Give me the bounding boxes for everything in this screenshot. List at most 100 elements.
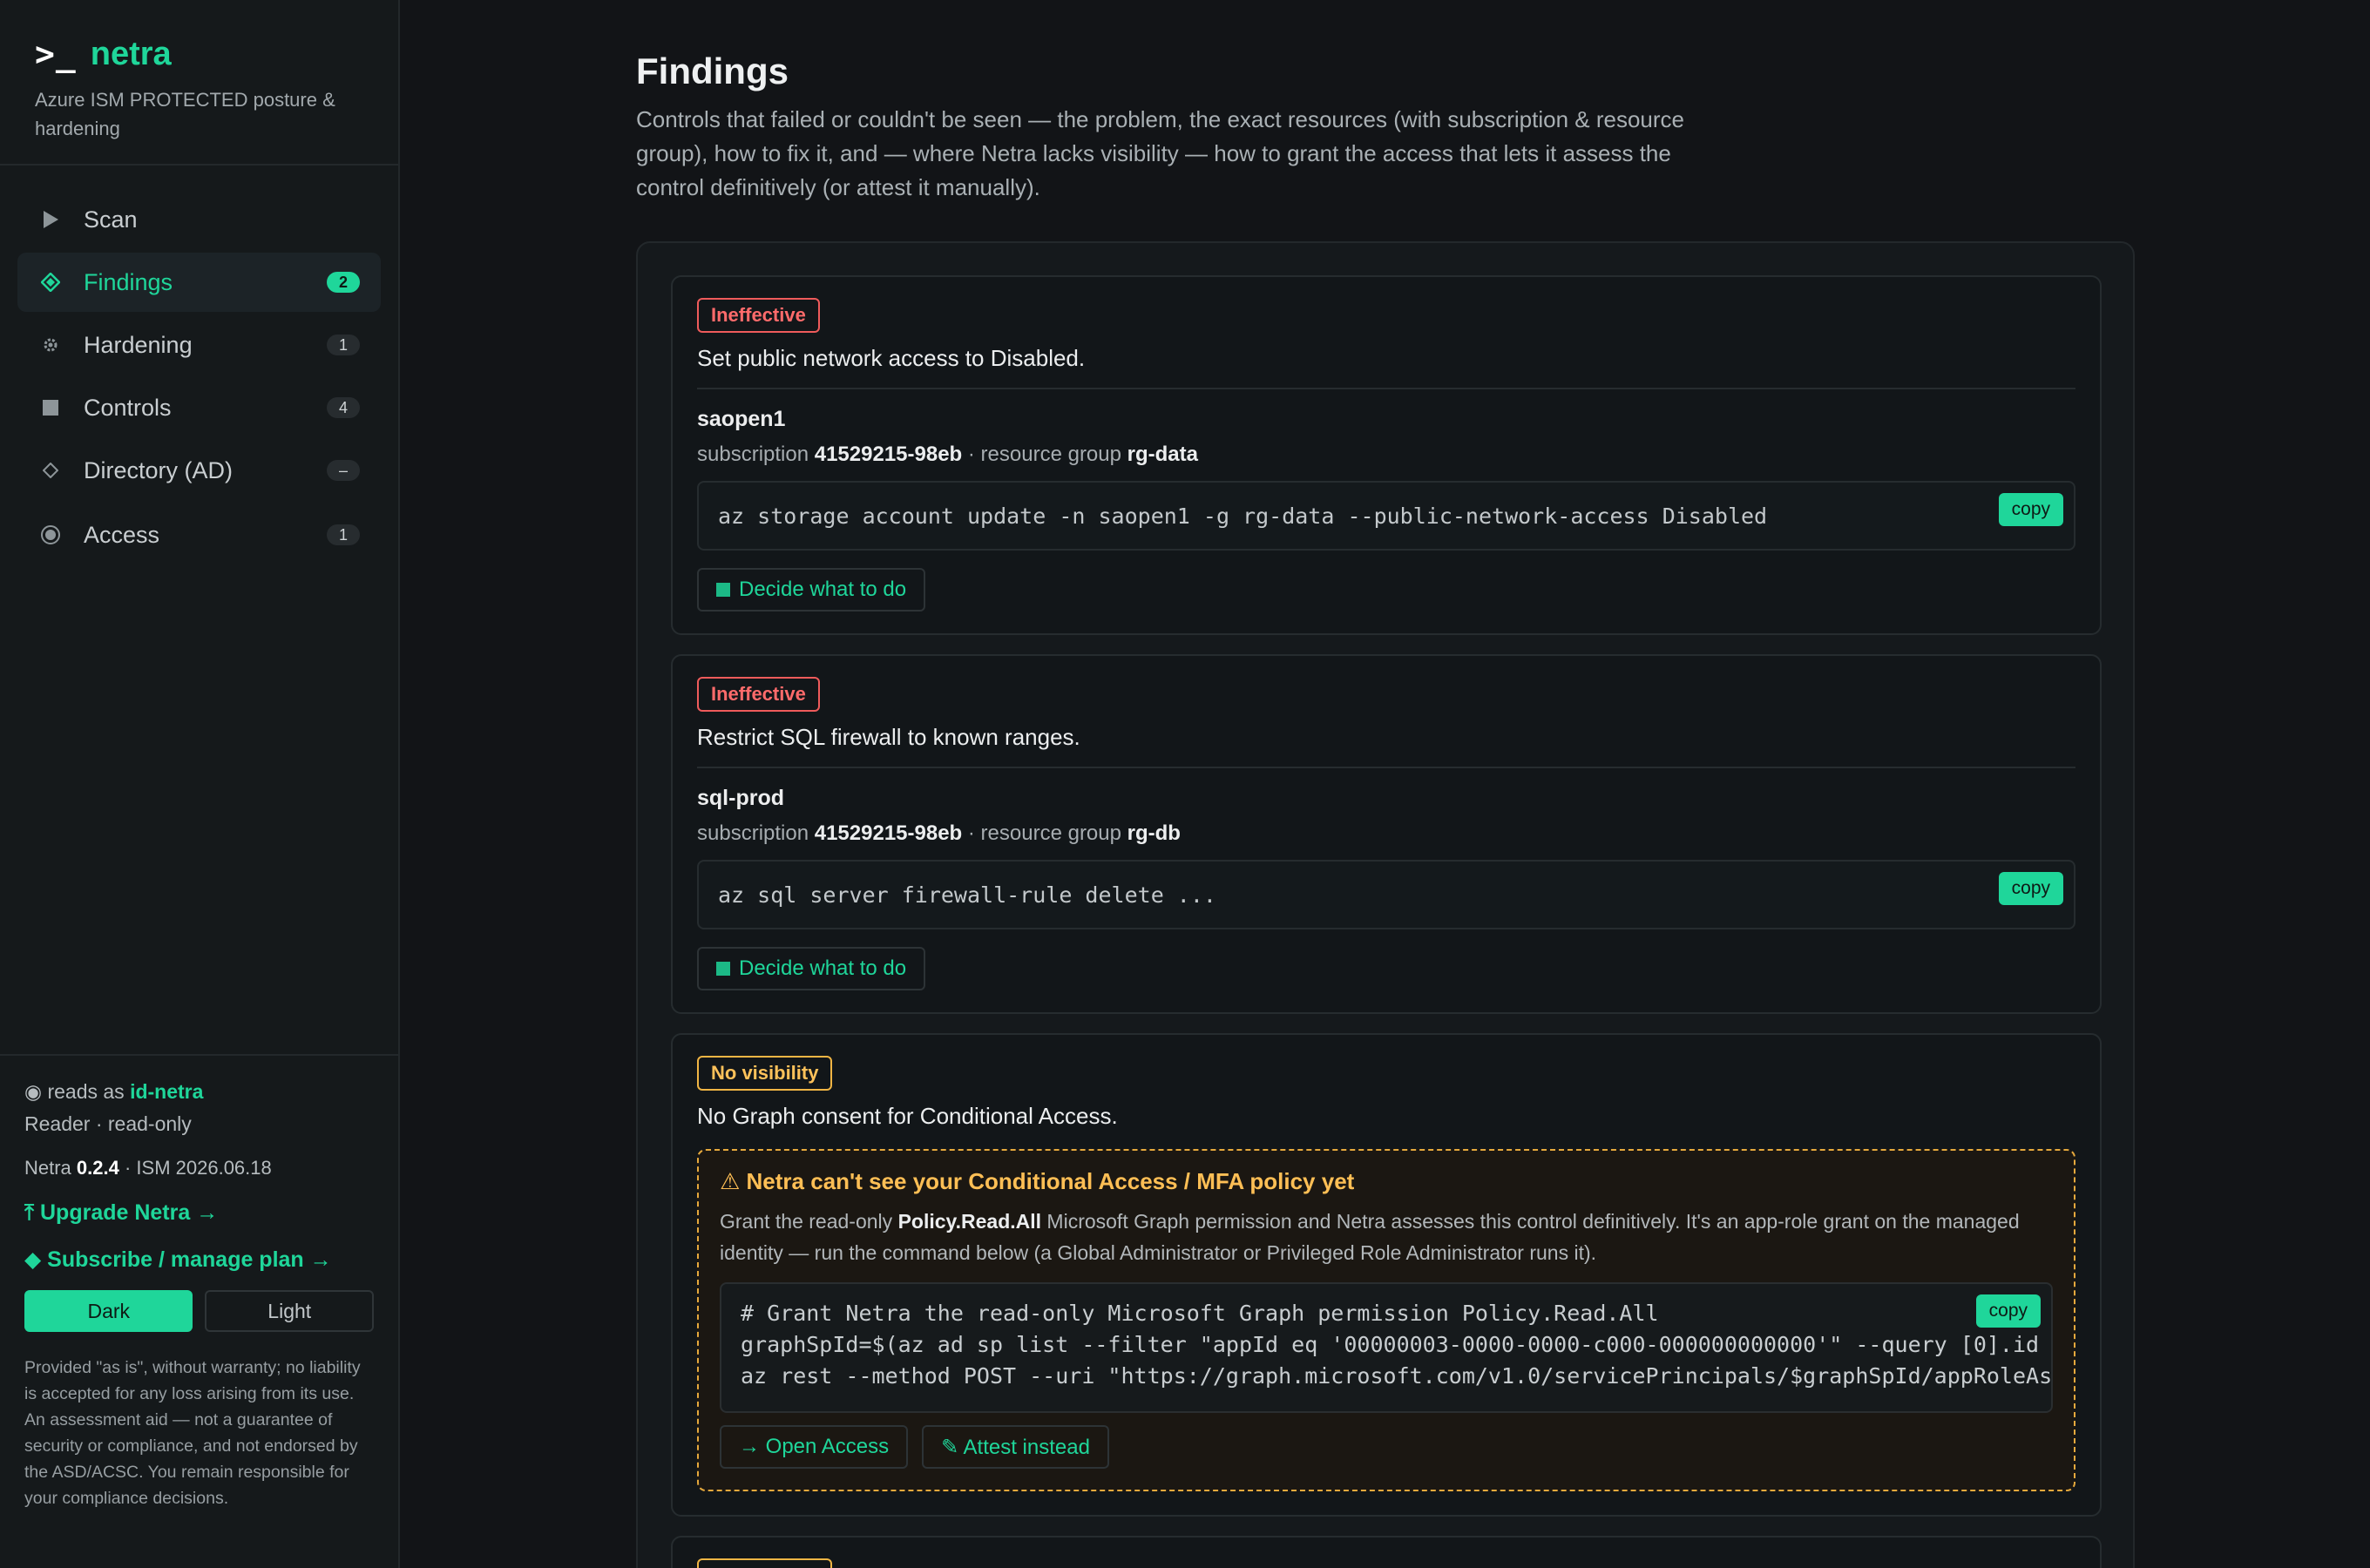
- disclaimer: Provided "as is", without warranty; no l…: [24, 1358, 361, 1508]
- sidebar-item-label: Scan: [84, 206, 138, 233]
- resource-group: rg-db: [1127, 821, 1181, 845]
- app-subtitle: Azure ISM PROTECTED posture & hardening: [35, 89, 335, 139]
- subscription-label: subscription: [697, 821, 809, 845]
- finding-title: No Graph consent for Conditional Access.: [697, 1103, 1118, 1129]
- resource-meta: subscription 41529215-98eb · resource gr…: [697, 821, 2075, 846]
- resource-group-label: · resource group: [967, 443, 1121, 466]
- square-icon: [38, 395, 63, 420]
- square-icon: [716, 583, 730, 597]
- version-info: Netra 0.2.4 · ISM 2026.06.18: [24, 1157, 374, 1179]
- visibility-warning: ⚠ Netra can't see your Conditional Acces…: [697, 1149, 2075, 1491]
- count-badge: 2: [327, 272, 360, 293]
- resource-name: saopen1: [697, 407, 786, 431]
- decide-label: Decide what to do: [739, 578, 907, 601]
- main-content: Findings Controls that failed or couldn'…: [636, 0, 2135, 205]
- sidebar-item-label: Controls: [84, 394, 172, 421]
- theme-toggle: Dark Light: [24, 1290, 374, 1332]
- version-prefix: Netra: [24, 1157, 71, 1179]
- sidebar-item-scan[interactable]: Scan: [17, 190, 381, 249]
- sidebar-item-controls[interactable]: Controls 4: [17, 378, 381, 437]
- sidebar-item-hardening[interactable]: Hardening 1: [17, 315, 381, 375]
- page-description: Controls that failed or couldn't be seen…: [636, 106, 1685, 200]
- identity-line: ◉ reads as id-netra: [24, 1080, 374, 1104]
- upgrade-link[interactable]: ⤒ Upgrade Netra →: [24, 1200, 374, 1226]
- open-access-button[interactable]: → Open Access: [720, 1425, 909, 1469]
- divider: [697, 388, 2075, 389]
- status-badge: No visibility: [697, 1558, 833, 1568]
- identity-role: Reader · read-only: [24, 1112, 192, 1135]
- command-text: az storage account update -n saopen1 -g …: [718, 503, 1768, 529]
- code-line: graphSpId=$(az ad sp list --filter "appI…: [741, 1332, 2053, 1357]
- sidebar-item-findings[interactable]: Findings 2: [17, 253, 381, 312]
- page-title: Findings: [636, 51, 789, 91]
- warning-title: ⚠ Netra can't see your Conditional Acces…: [720, 1168, 1355, 1194]
- status-badge: No visibility: [697, 1056, 833, 1091]
- count-badge: –: [327, 460, 360, 481]
- code-line: az rest --method POST --uri "https://gra…: [741, 1363, 2053, 1389]
- count-badge: 1: [327, 335, 360, 355]
- sidebar-nav: Scan Findings 2 Hardening 1 Controls 4 D…: [0, 166, 398, 564]
- copy-button[interactable]: copy: [1998, 493, 2063, 526]
- subscription-id: 41529215-98eb: [814, 821, 963, 845]
- app-logo[interactable]: >_ netra: [35, 35, 363, 73]
- fix-command[interactable]: az sql server firewall-rule delete ... c…: [697, 860, 2075, 929]
- terminal-prompt-icon: >_: [35, 35, 77, 73]
- subscription-label: subscription: [697, 443, 809, 466]
- square-icon: [716, 962, 730, 976]
- identity-name: id-netra: [130, 1080, 204, 1103]
- decide-button[interactable]: Decide what to do: [697, 568, 926, 612]
- finding-title: Set public network access to Disabled.: [697, 345, 1086, 371]
- findings-panel: Ineffective Set public network access to…: [636, 241, 2135, 1568]
- subscribe-link[interactable]: ◆ Subscribe / manage plan →: [24, 1247, 374, 1273]
- app-name: netra: [90, 35, 172, 72]
- count-badge: 4: [327, 397, 360, 418]
- resource-group: rg-data: [1127, 443, 1198, 466]
- identity-dot-icon: ◉: [24, 1080, 43, 1103]
- diamond-outline-icon: [38, 458, 63, 483]
- warning-pre: Grant the read-only: [720, 1210, 893, 1233]
- radio-icon: [38, 523, 63, 547]
- warning-actions: → Open Access ✎ Attest instead: [720, 1425, 2053, 1469]
- finding-card: No visibility: [671, 1536, 2102, 1568]
- finding-card: Ineffective Set public network access to…: [671, 275, 2102, 635]
- count-badge: 1: [327, 524, 360, 545]
- play-icon: [38, 207, 63, 232]
- copy-button[interactable]: copy: [1975, 1294, 2041, 1328]
- resource-group-label: · resource group: [967, 821, 1121, 845]
- decide-label: Decide what to do: [739, 956, 907, 980]
- sidebar-item-label: Directory (AD): [84, 456, 234, 483]
- decide-button[interactable]: Decide what to do: [697, 947, 926, 990]
- sidebar: >_ netra Azure ISM PROTECTED posture & h…: [0, 0, 400, 1568]
- resource-meta: subscription 41529215-98eb · resource gr…: [697, 443, 2075, 467]
- code-line: # Grant Netra the read-only Microsoft Gr…: [741, 1301, 1659, 1326]
- theme-dark-button[interactable]: Dark: [24, 1290, 193, 1332]
- grant-command[interactable]: # Grant Netra the read-only Microsoft Gr…: [720, 1282, 2053, 1413]
- finding-card: No visibility No Graph consent for Condi…: [671, 1033, 2102, 1517]
- ism-version: · ISM 2026.06.18: [124, 1157, 272, 1179]
- theme-light-button[interactable]: Light: [205, 1290, 374, 1332]
- diamond-icon: [38, 270, 63, 294]
- copy-button[interactable]: copy: [1998, 872, 2063, 905]
- finding-card: Ineffective Restrict SQL firewall to kno…: [671, 654, 2102, 1014]
- status-badge: Ineffective: [697, 677, 820, 712]
- reads-as-label: reads as: [47, 1080, 125, 1103]
- sidebar-item-label: Hardening: [84, 331, 193, 358]
- sidebar-item-label: Findings: [84, 268, 173, 295]
- sidebar-item-access[interactable]: Access 1: [17, 505, 381, 564]
- sidebar-footer: ◉ reads as id-netra Reader · read-only N…: [0, 1054, 398, 1511]
- sidebar-item-label: Access: [84, 521, 160, 548]
- subscription-id: 41529215-98eb: [814, 443, 963, 466]
- version-number: 0.2.4: [76, 1157, 119, 1179]
- command-text: az sql server firewall-rule delete ...: [718, 882, 1216, 908]
- gear-icon: [38, 333, 63, 357]
- finding-title: Restrict SQL firewall to known ranges.: [697, 724, 1080, 750]
- status-badge: Ineffective: [697, 298, 820, 333]
- divider: [697, 767, 2075, 768]
- attest-button[interactable]: ✎ Attest instead: [922, 1425, 1109, 1469]
- fix-command[interactable]: az storage account update -n saopen1 -g …: [697, 481, 2075, 551]
- permission-name: Policy.Read.All: [897, 1210, 1042, 1233]
- warning-text: Grant the read-only Policy.Read.All Micr…: [720, 1206, 2053, 1268]
- resource-name: sql-prod: [697, 786, 784, 810]
- sidebar-item-directory[interactable]: Directory (AD) –: [17, 441, 381, 500]
- brand: >_ netra Azure ISM PROTECTED posture & h…: [0, 0, 398, 166]
